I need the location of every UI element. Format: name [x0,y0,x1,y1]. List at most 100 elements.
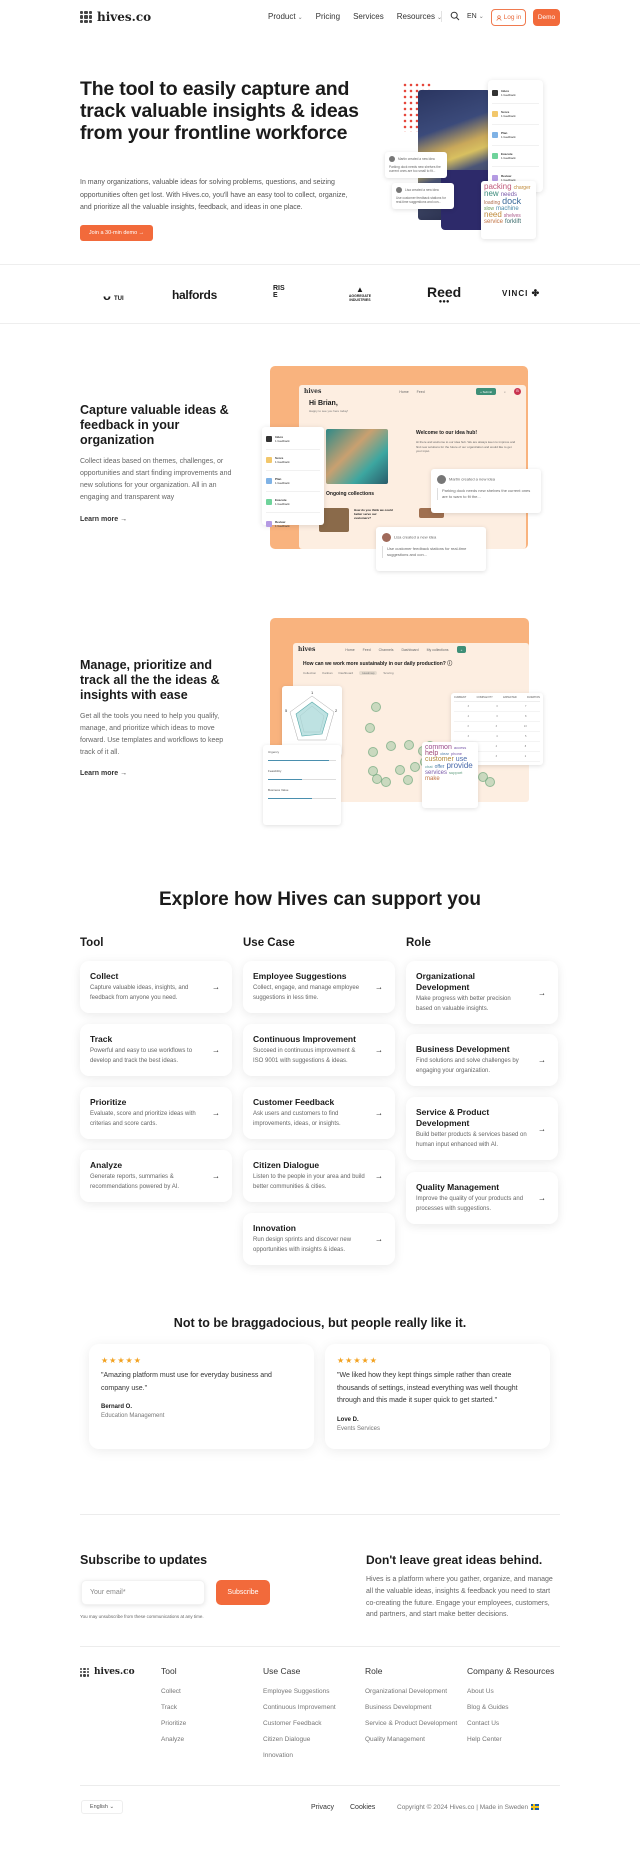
footer-link[interactable]: Continuous Improvement [263,1704,358,1712]
footer-brand-logo[interactable]: hives.co [80,1667,135,1677]
nav-item-pricing[interactable]: Pricing [316,12,340,21]
explore-card[interactable]: Customer Feedback Ask users and customers… [243,1087,395,1139]
footer-link[interactable]: Blog & Guides [467,1704,562,1712]
footer-link[interactable]: Quality Management [365,1736,460,1744]
table-cell: 5 [524,735,527,738]
footer-link[interactable]: About Us [467,1688,562,1696]
search-icon[interactable] [450,11,460,21]
language-selector[interactable]: EN ⌄ [467,13,484,20]
hero-title: The tool to easily capture and track val… [80,78,359,144]
subscribe-button[interactable]: Subscribe [216,1580,270,1605]
card-description: Make progress with better precision base… [416,996,511,1012]
workflow-item: Plan 1 feedback [492,125,539,146]
privacy-link[interactable]: Privacy [311,1804,334,1811]
card-title: Organizational Development [416,971,476,992]
explore-card[interactable]: Analyze Generate reports, summaries & rec… [80,1150,232,1202]
demo-button[interactable]: Demo [533,9,560,26]
slider-feasibility[interactable] [268,779,336,780]
footer-link[interactable]: Track [161,1704,256,1712]
learn-more-link[interactable]: Learn more → [80,770,127,777]
arrow-right-icon: → [212,1108,220,1118]
footer-column: Role Organizational Development Business D… [365,1666,460,1752]
footer-link[interactable]: Employee Suggestions [263,1688,358,1696]
footer-link[interactable]: Customer Feedback [263,1720,358,1728]
explore-card[interactable]: Organizational Development Make progress … [406,961,558,1024]
join-demo-button[interactable]: Join a 30-min demo → [80,225,153,241]
logo-reed: Reed ●●● [427,284,462,305]
card-title: Quality Management [416,1182,500,1192]
explore-card[interactable]: Track Powerful and easy to use workflows … [80,1024,232,1076]
star-rating: ★★★★★ [337,1356,378,1365]
footer-link[interactable]: Analyze [161,1736,256,1744]
table-row: 4 3 8 [454,712,540,722]
execute-icon [266,499,272,505]
table-header[interactable]: COMPLEXITY [477,696,493,699]
explore-card[interactable]: Quality Management Improve the quality of… [406,1172,558,1224]
execute-icon [492,153,498,159]
explore-card[interactable]: Collect Capture valuable ideas, insights,… [80,961,232,1013]
top-navigation: hives.co Product ⌄ Pricing Services Resou… [0,0,640,36]
card-description: Evaluate, score and prioritize ideas wit… [90,1111,196,1127]
footer-link[interactable]: Help Center [467,1736,562,1744]
nav-item-services[interactable]: Services [353,12,384,21]
footer-link[interactable]: Citizen Dialogue [263,1736,358,1744]
logo-halfords: halfords [172,288,217,302]
card-description: Run design sprints and discover new oppo… [253,1237,352,1253]
footer-link[interactable]: Innovation [263,1752,358,1760]
slider-urgency[interactable] [268,760,336,761]
card-description: Collect, engage, and manage employee sug… [253,985,360,1001]
footer-link[interactable]: Business Development [365,1704,460,1712]
learn-more-link[interactable]: Learn more → [80,516,127,523]
arrow-right-icon: → [538,1055,546,1065]
brand-logo[interactable]: hives.co [80,10,151,24]
chevron-down-icon: ⌄ [478,14,484,20]
heatmap-bubble [386,741,396,751]
footer-link[interactable]: Collect [161,1688,256,1696]
column-heading-use-case: Use Case [243,937,295,949]
explore-card[interactable]: Innovation Run design sprints and discove… [243,1213,395,1265]
table-cell: 3 [495,755,497,758]
review-icon [266,520,272,527]
explore-card[interactable]: Prioritize Evaluate, score and prioritize… [80,1087,232,1139]
explore-card[interactable]: Citizen Dialogue Listen to the people in … [243,1150,395,1202]
logo-aggregate: ▲ AGGREGATE INDUSTRIES [348,285,372,303]
arrow-right-icon: → [375,1045,383,1055]
testimonial-author: Bernard O. [101,1404,133,1410]
arrow-right-icon: → [375,982,383,992]
column-heading-tool: Tool [80,937,104,949]
app-header: hives Home Feed Channels Dashboard My collect… [293,643,529,656]
table-cell: 3 [496,705,498,708]
card-title: Citizen Dialogue [253,1160,320,1170]
explore-card[interactable]: Employee Suggestions Collect, engage, and… [243,961,395,1013]
cta-title: Don't leave great ideas behind. [366,1553,543,1567]
login-button[interactable]: Log in [491,9,526,26]
review-icon [492,174,498,181]
footer-link[interactable]: Contact Us [467,1720,562,1728]
footer-link[interactable]: Service & Product Development [365,1720,460,1728]
card-description: Find solutions and solve challenges by e… [416,1058,519,1074]
footer-language-selector[interactable]: English ⌄ [81,1800,123,1814]
card-title: Service & Product Development [416,1107,490,1128]
nav-item-resources[interactable]: Resources ⌄ [397,12,442,21]
explore-card[interactable]: Business Development Find solutions and s… [406,1034,558,1086]
footer-link[interactable]: Prioritize [161,1720,256,1728]
app-mockup-home: hives Home Feed + Submit ⌕ B Hi Brian, Happy … [299,385,526,549]
word-cloud: packing chargernew needsloading dockslow mac… [481,181,536,239]
table-header[interactable]: CURRENT [454,696,466,699]
table-header[interactable]: DURATION [527,696,540,699]
workflow-item: Inbox 1 feedback [492,83,539,104]
footer-link[interactable]: Organizational Development [365,1688,460,1696]
testimonial-quote: "We liked how they kept things simple ra… [337,1372,518,1404]
avatar [389,156,395,162]
cookies-link[interactable]: Cookies [350,1804,375,1811]
card-title: Innovation [253,1223,296,1233]
email-input[interactable]: Your email* [81,1580,205,1605]
table-header[interactable]: EXPECTED [503,696,516,699]
nav-item-product[interactable]: Product ⌄ [268,12,303,21]
arrow-right-icon: → [212,982,220,992]
user-icon [496,14,502,21]
slider-business-value[interactable] [268,798,336,799]
explore-card[interactable]: Service & Product Development Build bette… [406,1097,558,1160]
explore-card[interactable]: Continuous Improvement Succeed in continu… [243,1024,395,1076]
feature-capture-title: Capture valuable ideas & feedback in you… [80,403,229,447]
